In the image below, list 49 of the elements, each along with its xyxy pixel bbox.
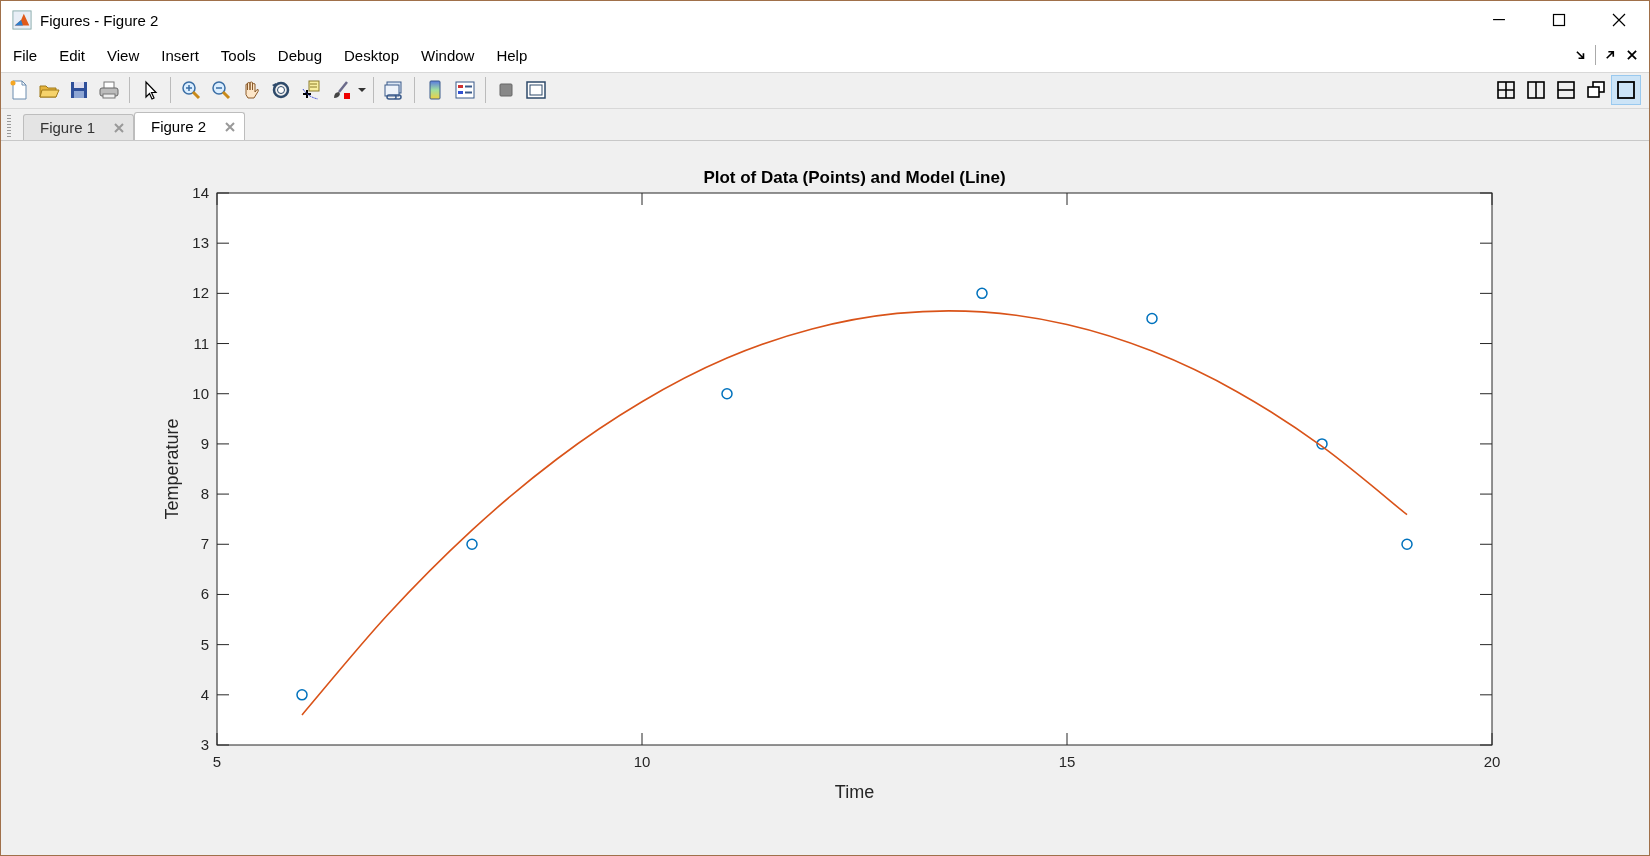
menu-item[interactable]: Window	[411, 42, 485, 68]
two-row-layout-icon	[1555, 79, 1577, 102]
tab-strip-grip	[7, 115, 11, 137]
menu-item[interactable]: Tools	[210, 42, 266, 68]
data-cursor-icon	[300, 79, 322, 102]
x-tick-label: 5	[212, 753, 222, 770]
menu-item[interactable]: Help	[486, 42, 538, 68]
y-tick-label: 8	[200, 485, 209, 503]
y-tick-label: 10	[192, 384, 209, 402]
app-logo-icon	[12, 10, 32, 30]
print-icon	[98, 79, 120, 102]
menu-item[interactable]: Insert	[151, 42, 209, 68]
grid-layout-icon	[1495, 79, 1517, 102]
y-tick-label: 5	[200, 635, 209, 653]
y-tick-label: 11	[193, 334, 209, 352]
new-file-icon	[8, 79, 30, 102]
two-column-layout-icon	[1525, 79, 1547, 102]
single-layout-button[interactable]	[1611, 75, 1641, 106]
y-tick-label: 4	[200, 685, 209, 703]
y-tick-label: 12	[192, 284, 209, 302]
menu-item[interactable]: File	[3, 42, 48, 68]
x-tick-label: 10	[633, 753, 651, 770]
zoom-in-icon	[180, 79, 202, 102]
minimize-icon	[1493, 19, 1505, 21]
legend-icon	[454, 79, 476, 102]
single-layout-icon	[1615, 79, 1637, 102]
y-tick-label: 9	[200, 434, 209, 452]
menu-item[interactable]: Debug	[267, 42, 333, 68]
chart-title: Plot of Data (Points) and Model (Line)	[703, 168, 1006, 187]
menu-item[interactable]: Edit	[49, 42, 96, 68]
x-axis-label: Time	[834, 782, 875, 802]
y-axis-label: Temperature	[162, 418, 182, 520]
menu-item[interactable]: View	[97, 42, 150, 68]
zoom-out-icon	[210, 79, 232, 102]
menu-item[interactable]: Desktop	[334, 42, 410, 68]
y-tick-label: 14	[192, 184, 209, 201]
y-tick-label: 13	[192, 234, 209, 252]
y-tick-label: 3	[200, 736, 209, 753]
window-title: Figures - Figure 2	[40, 11, 160, 29]
x-tick-label: 20	[1483, 753, 1501, 770]
dropdown-caret-icon	[358, 88, 366, 93]
frame-icon	[525, 79, 547, 102]
y-tick-label: 6	[200, 585, 209, 603]
y-tick-label: 7	[200, 535, 209, 553]
figure-tab[interactable]: Figure 2	[134, 112, 246, 140]
figure-tab[interactable]: Figure 1	[23, 114, 135, 140]
x-tick-label: 15	[1058, 753, 1076, 770]
close-tab-icon[interactable]	[224, 120, 237, 133]
link-plot-icon	[383, 79, 405, 102]
